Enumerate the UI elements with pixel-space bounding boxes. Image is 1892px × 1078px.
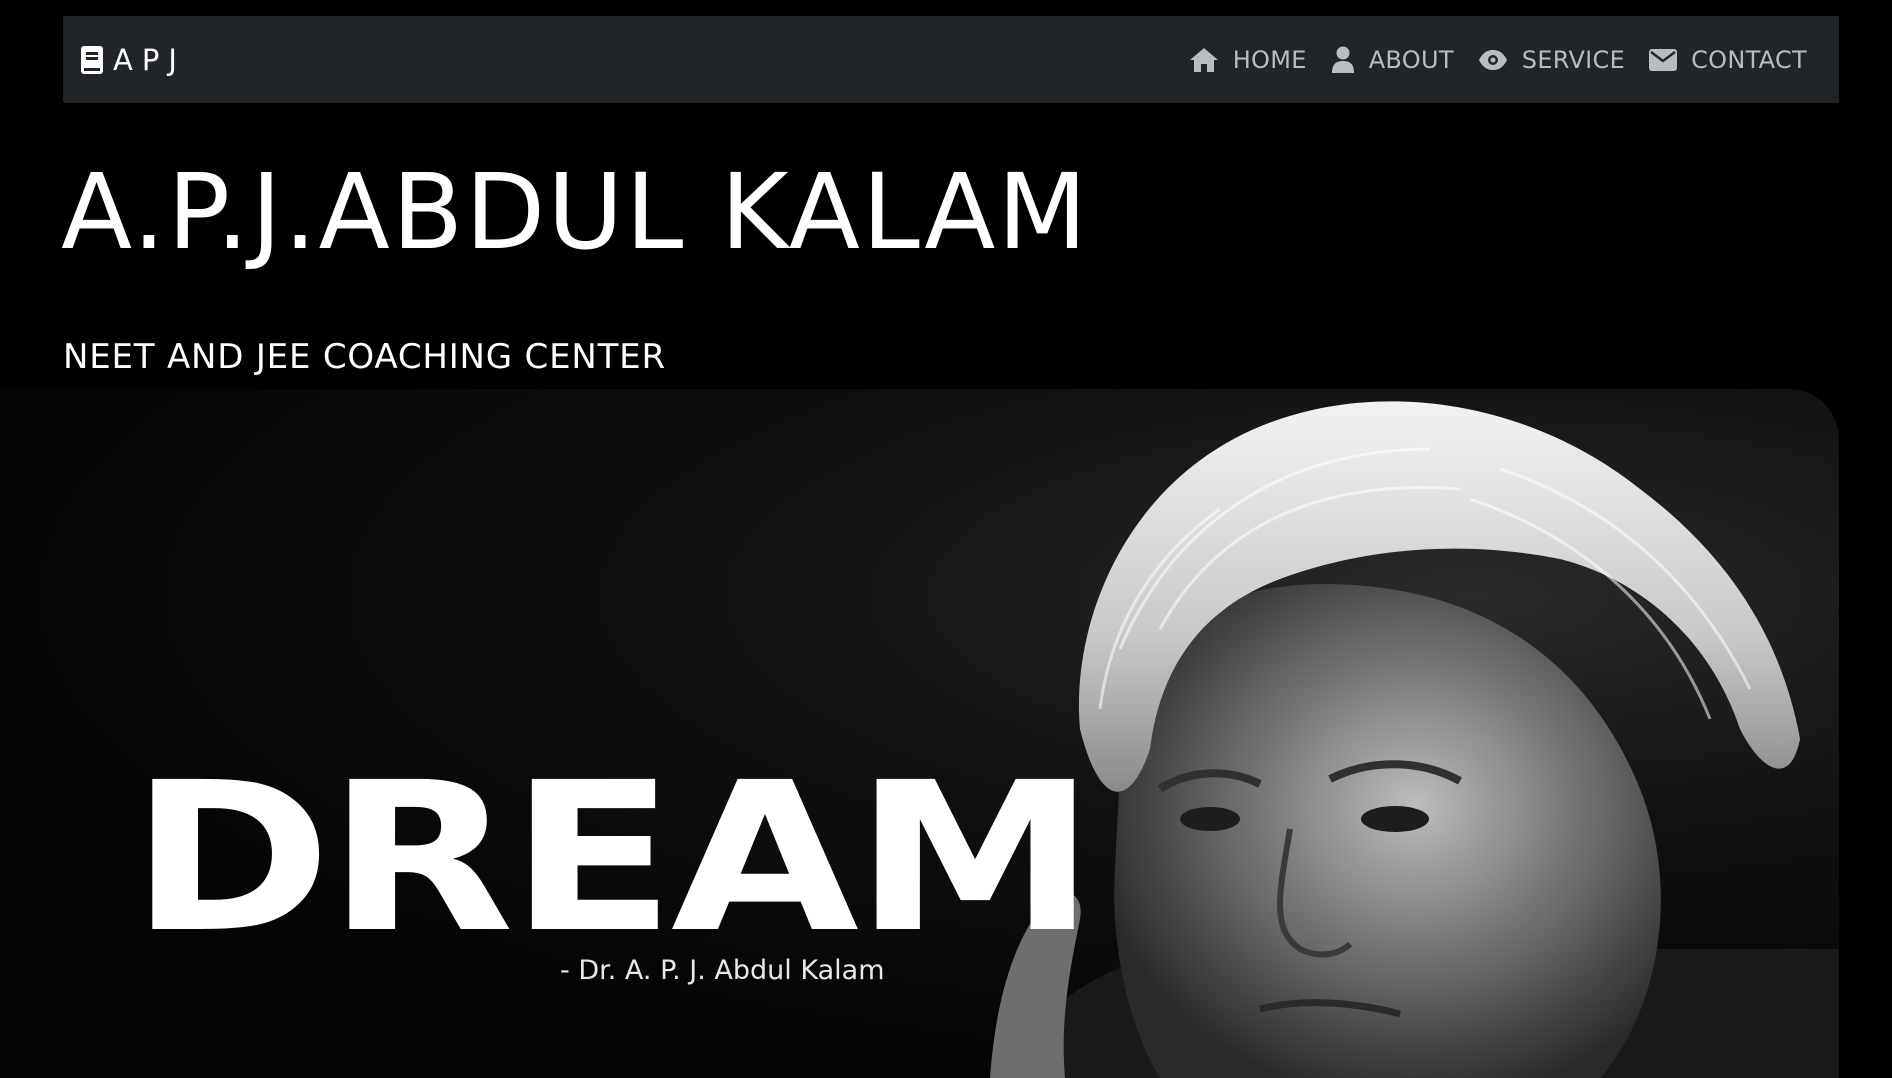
nav-contact-link[interactable]: CONTACT bbox=[1649, 46, 1807, 74]
nav-service-label: SERVICE bbox=[1521, 45, 1626, 74]
nav-service-link[interactable]: SERVICE bbox=[1478, 46, 1625, 74]
hero-title: A.P.J.ABDUL KALAM bbox=[61, 151, 1090, 273]
nav-home-link[interactable]: HOME bbox=[1189, 46, 1307, 74]
eye-icon bbox=[1478, 49, 1508, 71]
book-icon bbox=[81, 45, 103, 74]
nav-contact-label: CONTACT bbox=[1691, 45, 1807, 74]
brand-link[interactable]: APJ bbox=[81, 43, 186, 77]
quote-word: DREAM bbox=[130, 738, 1096, 978]
brand-text: APJ bbox=[113, 42, 186, 77]
nav-about-label: ABOUT bbox=[1368, 45, 1454, 74]
envelope-icon bbox=[1649, 48, 1678, 71]
nav-links: HOME ABOUT SERVICE CONTACT bbox=[1189, 46, 1807, 74]
user-icon bbox=[1331, 46, 1355, 74]
nav-about-link[interactable]: ABOUT bbox=[1331, 46, 1454, 74]
home-icon bbox=[1189, 47, 1219, 73]
nav-home-label: HOME bbox=[1232, 45, 1307, 74]
navbar: APJ HOME ABOUT SERVICE CONTACT bbox=[63, 16, 1839, 103]
quote-author: - Dr. A. P. J. Abdul Kalam bbox=[560, 955, 885, 986]
hero-image: DREAM - Dr. A. P. J. Abdul Kalam bbox=[0, 389, 1839, 1078]
hero-subtitle: NEET AND JEE COACHING CENTER bbox=[63, 337, 666, 377]
